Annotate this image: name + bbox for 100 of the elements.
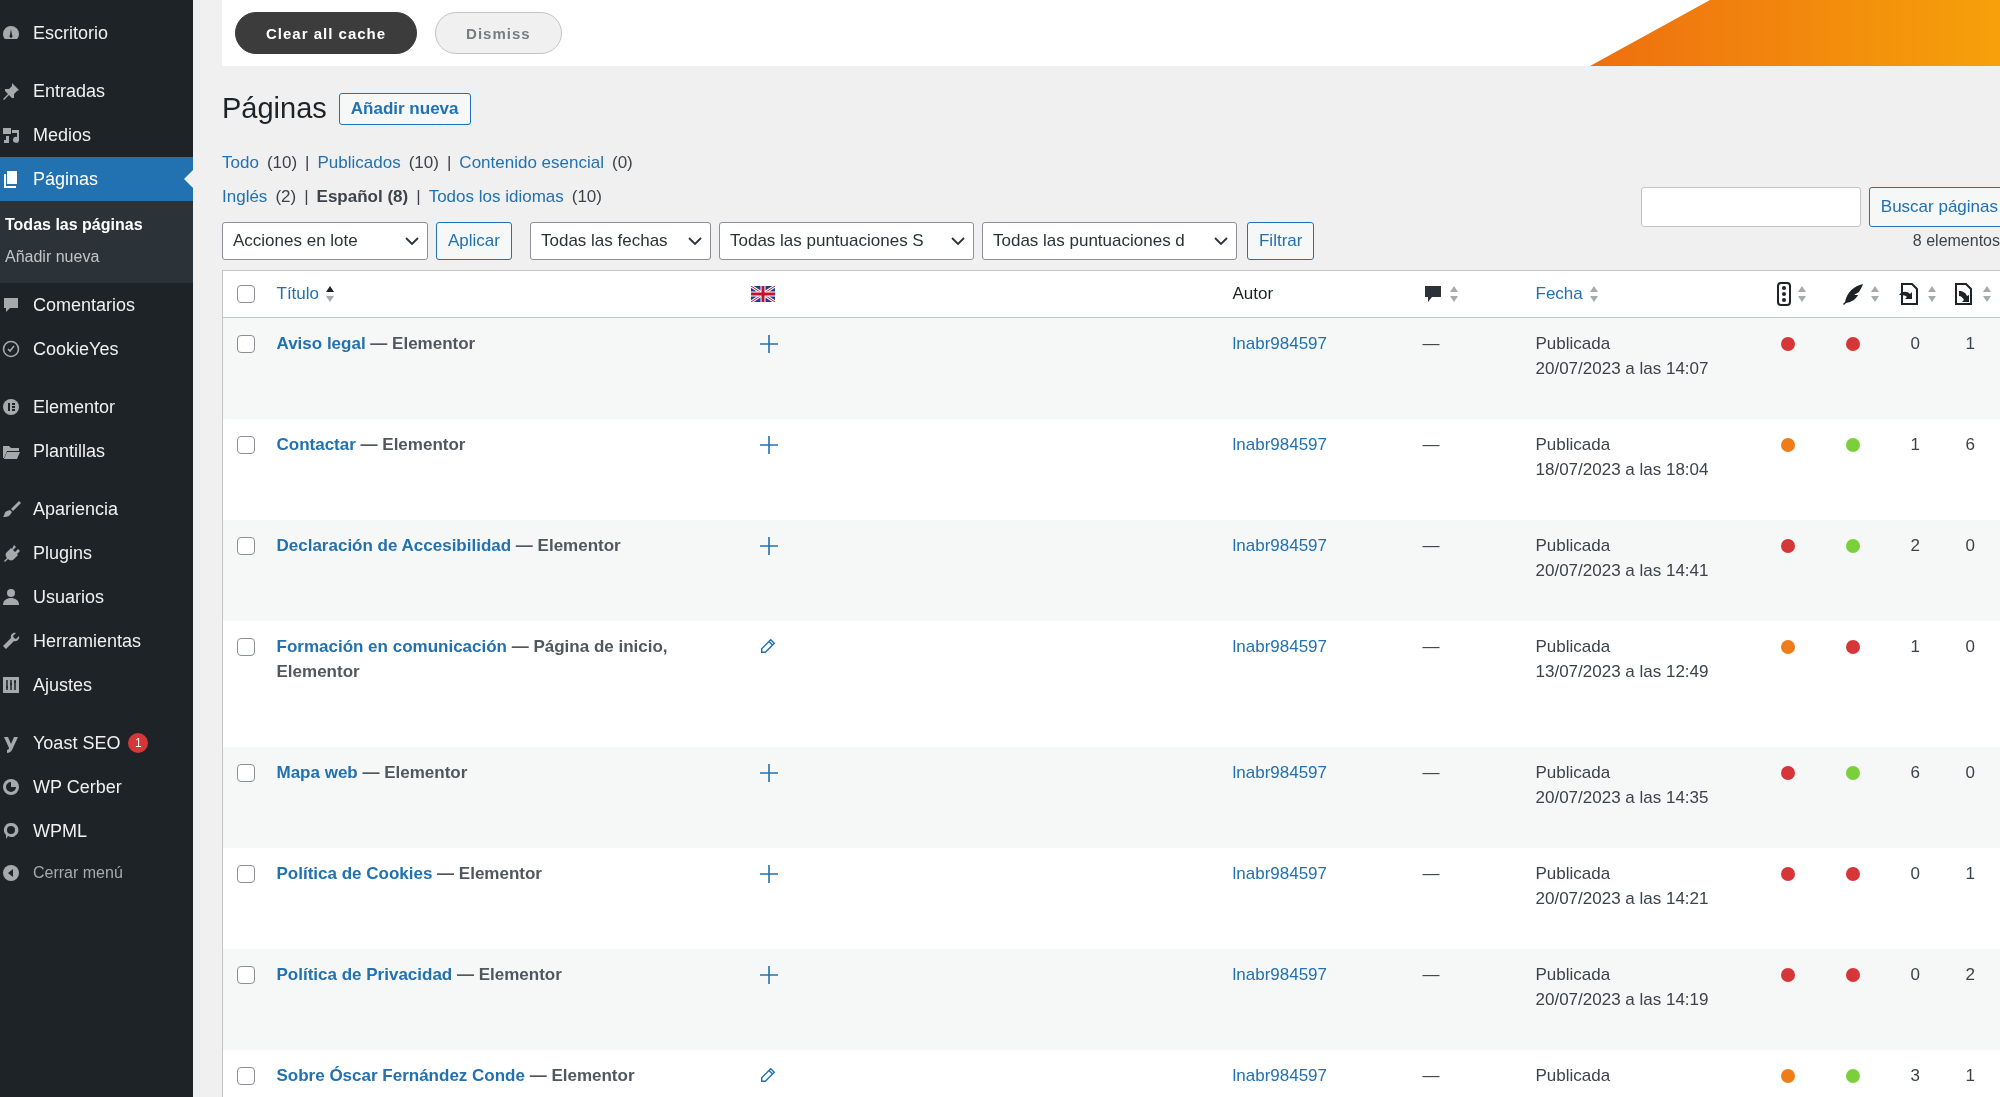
checkbox[interactable] (237, 436, 255, 454)
checkbox[interactable] (237, 966, 255, 984)
status-text: Publicada (1535, 434, 1612, 456)
pencil-icon[interactable] (758, 1066, 777, 1084)
chevron-icon (405, 237, 419, 245)
status-text: Publicada (1535, 535, 1612, 557)
page-title-text: Declaración de Accesibilidad — Elementor (276, 536, 621, 555)
column-header[interactable]: Fecha (1535, 284, 1583, 304)
plus-icon[interactable] (758, 536, 779, 556)
current-filter[interactable]: Español (8) (316, 187, 409, 207)
plus-icon[interactable] (758, 864, 779, 884)
menu-item[interactable]: Plugins (0, 531, 193, 575)
date-text: 20/07/2023 a las 14:19 (1535, 989, 1710, 1011)
search-field[interactable] (1640, 187, 1861, 227)
page-link[interactable]: Política de Cookies (276, 864, 433, 883)
search-button[interactable]: Buscar páginas (1868, 187, 2000, 227)
link-count: 0 (1910, 334, 1920, 353)
status-text: Publicada (1535, 964, 1612, 986)
menu-item[interactable]: Páginas (0, 157, 193, 201)
menu-item[interactable]: Comentarios (0, 283, 193, 327)
incoming-link-count: 1 (1965, 864, 1975, 883)
sort-icon[interactable] (325, 285, 336, 303)
menu-item[interactable]: Herramientas (0, 619, 193, 663)
plus-icon[interactable] (758, 334, 779, 354)
chevron-icon (950, 237, 965, 245)
author-link[interactable]: lnabr984597 (1232, 864, 1328, 883)
date-text: 20/07/2023 a las 14:07 (1535, 358, 1710, 380)
incoming-link-count: 0 (1965, 536, 1975, 555)
incoming-link-count: 1 (1965, 1066, 1975, 1085)
author-link[interactable]: lnabr984597 (1232, 763, 1328, 782)
submenu-item[interactable]: Todas las páginas (0, 209, 193, 241)
page-link[interactable]: Contactar (276, 435, 356, 454)
page-link[interactable]: Aviso legal (276, 334, 366, 353)
author-link[interactable]: lnabr984597 (1232, 435, 1328, 454)
add-new-button[interactable]: Añadir nueva (338, 92, 471, 125)
dropdown[interactable]: Todas las puntuaciones S (718, 222, 974, 260)
dropdown[interactable]: Todas las puntuaciones d (981, 222, 1237, 260)
plus-icon[interactable] (758, 763, 779, 783)
menu-item[interactable]: CookieYes (0, 327, 193, 371)
author-link[interactable]: lnabr984597 (1232, 1066, 1328, 1085)
page-link[interactable]: Política de Privacidad (276, 965, 453, 984)
dismiss-button[interactable]: Dismiss (435, 12, 562, 54)
page-link[interactable]: Sobre Óscar Fernández Conde (276, 1066, 525, 1085)
date-text: 20/07/2023 a las 14:35 (1535, 787, 1710, 809)
separator-text: | (446, 153, 452, 173)
author-link[interactable]: lnabr984597 (1232, 334, 1328, 353)
menu-item[interactable]: Escritorio (0, 11, 193, 55)
filter-count: (10) (408, 153, 439, 173)
filter-link[interactable]: Todo (222, 153, 259, 173)
collapse-menu-button[interactable]: Cerrar menú (0, 853, 193, 893)
media-icon (1, 125, 21, 145)
page-link[interactable]: Declaración de Accesibilidad (276, 536, 512, 555)
comment-count: — (1422, 637, 1440, 656)
pencil-icon[interactable] (758, 637, 777, 655)
page-link[interactable]: Formación en comunicación (276, 637, 507, 656)
comment-count: — (1422, 1066, 1440, 1085)
filter-count: (2) (275, 187, 297, 207)
menu-item[interactable]: Medios (0, 113, 193, 157)
dropdown[interactable]: Acciones en lote (222, 222, 428, 260)
filter-link[interactable]: Inglés (222, 187, 268, 207)
plus-icon[interactable] (758, 435, 779, 455)
filter-link[interactable]: Publicados (317, 153, 401, 173)
checkbox[interactable] (237, 537, 255, 555)
checkbox[interactable] (237, 638, 255, 656)
menu-item[interactable]: Apariencia (0, 487, 193, 531)
author-link[interactable]: lnabr984597 (1232, 637, 1328, 656)
menu-item[interactable]: Elementor (0, 385, 193, 429)
menu-item[interactable]: Ajustes (0, 663, 193, 707)
checkbox[interactable] (237, 865, 255, 883)
page-link[interactable]: Mapa web (276, 763, 358, 782)
checkbox[interactable] (237, 285, 255, 303)
menu-item[interactable]: Yoast SEO 1 (0, 721, 193, 765)
person-icon (1, 587, 21, 607)
column-header[interactable]: Título (276, 284, 320, 304)
plus-icon[interactable] (758, 965, 779, 985)
dropdown[interactable]: Todas las fechas (529, 222, 711, 260)
checkbox[interactable] (237, 335, 255, 353)
incoming-link-count: 6 (1965, 435, 1975, 454)
menu-item[interactable]: Entradas (0, 69, 193, 113)
submenu-item[interactable]: Añadir nueva (0, 241, 193, 273)
checkbox[interactable] (237, 764, 255, 782)
filter-link[interactable]: Contenido esencial (459, 153, 604, 173)
link-count: 0 (1910, 864, 1920, 883)
incoming-link-count: 0 (1965, 763, 1975, 782)
author-link[interactable]: lnabr984597 (1232, 536, 1328, 555)
menu-item[interactable]: Usuarios (0, 575, 193, 619)
filter-count: (10) (266, 153, 298, 173)
menu-item[interactable]: WP Cerber (0, 765, 193, 809)
apply-button[interactable]: Aplicar (436, 222, 512, 260)
status-text: Publicada (1535, 636, 1612, 658)
filter-button[interactable]: Filtrar (1246, 222, 1315, 260)
clear-cache-button[interactable]: Clear all cache (235, 12, 418, 54)
separator-text: | (304, 187, 309, 207)
checkbox[interactable] (237, 1067, 255, 1085)
menu-item[interactable]: WPML (0, 809, 193, 853)
chevron-icon (687, 237, 702, 245)
menu-item[interactable]: Plantillas (0, 429, 193, 473)
filter-link[interactable]: Todos los idiomas (428, 187, 564, 207)
author-link[interactable]: lnabr984597 (1232, 965, 1328, 984)
logo-icon (1, 821, 21, 841)
